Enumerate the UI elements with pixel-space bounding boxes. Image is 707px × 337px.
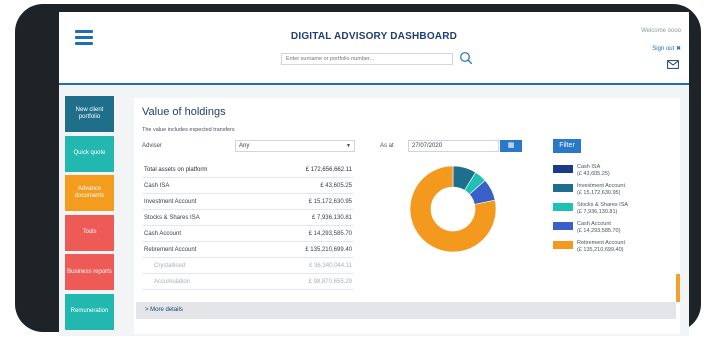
legend-text: Investment Account (£ 15,172,630.95) xyxy=(577,183,625,197)
calendar-icon[interactable]: ▦ xyxy=(500,140,522,152)
row-label: Retirement Account xyxy=(144,246,197,253)
card-title: Value of holdings xyxy=(142,106,226,118)
row-label: Cash Account xyxy=(144,230,182,237)
legend-label: Retirement Account xyxy=(577,240,625,246)
table-row: Cash ISA £ 43,605.25 xyxy=(142,178,354,194)
legend-swatch xyxy=(553,203,573,211)
row-label: Total assets on platform xyxy=(144,166,208,173)
scroll-handle[interactable] xyxy=(676,274,680,302)
legend-value: (£ 7,936,130.81) xyxy=(577,209,618,215)
card-subtitle: The value includes expected transfers xyxy=(142,127,235,133)
legend-value: (£ 43,605.25) xyxy=(577,171,610,177)
legend-swatch xyxy=(553,241,573,249)
nav-tile[interactable]: New client portfolio xyxy=(65,96,114,132)
row-label: Investment Account xyxy=(144,198,197,205)
row-label: Cash ISA xyxy=(144,182,170,189)
legend-label: Investment Account xyxy=(577,183,625,189)
app-title: DIGITAL ADVISORY DASHBOARD xyxy=(290,31,458,42)
holdings-card: Value of holdings The value includes exp… xyxy=(134,98,680,334)
table-row: Crystallised £ 36,340,044.11 xyxy=(142,258,354,274)
app-screen: DIGITAL ADVISORY DASHBOARD Welcome oooo … xyxy=(59,12,689,336)
as-at-label: As at xyxy=(380,143,394,149)
nav-tile[interactable]: Tools xyxy=(65,214,114,251)
legend-label: Cash Account xyxy=(577,221,611,227)
row-value: £ 15,172,630.95 xyxy=(308,198,352,205)
legend-swatch xyxy=(553,222,573,230)
row-label: Accumulation xyxy=(154,278,191,285)
row-value: £ 135,210,699.40 xyxy=(305,246,352,253)
chart-legend: Cash ISA (£ 43,605.25) Investment Account(… xyxy=(553,164,678,259)
row-label: Crystallised xyxy=(154,262,186,269)
search-input[interactable] xyxy=(281,53,453,65)
row-value: £ 98,870,655.29 xyxy=(308,278,352,285)
legend-item: Investment Account (£ 15,172,630.95) xyxy=(553,183,678,197)
legend-text: Retirement Account (£ 135,210,699.40) xyxy=(577,240,625,254)
legend-swatch xyxy=(553,165,573,173)
adviser-select[interactable]: Any ▼ xyxy=(235,140,355,152)
row-value: £ 36,340,044.11 xyxy=(309,262,352,269)
welcome-text: Welcome oooo xyxy=(641,28,681,34)
row-value: £ 172,656,662.11 xyxy=(305,166,352,173)
legend-value: (£ 135,210,699.40) xyxy=(577,247,624,253)
table-row: Retirement Account £ 135,210,699.40 xyxy=(142,242,354,258)
legend-item: Stocks & Shares ISA (£ 7,936,130.81) xyxy=(553,202,678,216)
row-value: £ 7,936,130.81 xyxy=(311,214,352,221)
holdings-table: Total assets on platform £ 172,656,662.11… xyxy=(142,162,354,290)
legend-value: (£ 14,293,585.70) xyxy=(577,228,621,234)
filter-button[interactable]: Filter xyxy=(553,139,581,153)
mail-icon[interactable] xyxy=(667,60,679,69)
row-value: £ 43,605.25 xyxy=(320,182,352,189)
legend-swatch xyxy=(553,184,573,192)
nav-tile[interactable]: Quick quote xyxy=(65,135,114,172)
table-row: Investment Account £ 15,172,630.95 xyxy=(142,194,354,210)
table-row: Stocks & Shares ISA £ 7,936,130.81 xyxy=(142,210,354,226)
row-label: Stocks & Shares ISA xyxy=(144,214,200,221)
more-details-link[interactable]: > More details xyxy=(136,302,676,319)
legend-label: Cash ISA xyxy=(577,164,601,170)
holdings-donut-chart xyxy=(409,165,497,253)
legend-text: Cash Account (£ 14,293,585.70) xyxy=(577,221,620,235)
adviser-label: Adviser xyxy=(142,143,163,149)
legend-item: Cash ISA (£ 43,605.25) xyxy=(553,164,678,178)
chevron-down-icon: ▼ xyxy=(346,143,351,149)
date-field[interactable]: 27/07/2020 xyxy=(408,140,499,152)
legend-text: Cash ISA (£ 43,605.25) xyxy=(577,164,610,178)
search-icon[interactable] xyxy=(459,51,473,65)
row-value: £ 14,293,585.70 xyxy=(308,230,352,237)
legend-label: Stocks & Shares ISA xyxy=(577,202,629,208)
table-row: Cash Account £ 14,293,585.70 xyxy=(142,226,354,242)
header: DIGITAL ADVISORY DASHBOARD Welcome oooo … xyxy=(59,12,689,85)
adviser-value: Any xyxy=(239,143,250,149)
side-nav: New client portfolio Quick quote Advance d… xyxy=(65,96,114,333)
legend-item: Retirement Account (£ 135,210,699.40) xyxy=(553,240,678,254)
table-row: Accumulation £ 98,870,655.29 xyxy=(142,274,354,290)
legend-text: Stocks & Shares ISA (£ 7,936,130.81) xyxy=(577,202,628,216)
table-row: Total assets on platform £ 172,656,662.11 xyxy=(142,162,354,178)
legend-item: Cash Account (£ 14,293,585.70) xyxy=(553,221,678,235)
nav-tile[interactable]: Remuneration xyxy=(65,293,114,330)
nav-tile[interactable]: Business reports xyxy=(65,254,114,290)
nav-tile[interactable]: Advance documents xyxy=(65,175,114,211)
legend-value: (£ 15,172,630.95) xyxy=(577,190,621,196)
sign-out-link[interactable]: Sign out ✖ xyxy=(652,45,681,52)
device-frame: DIGITAL ADVISORY DASHBOARD Welcome oooo … xyxy=(15,4,701,336)
